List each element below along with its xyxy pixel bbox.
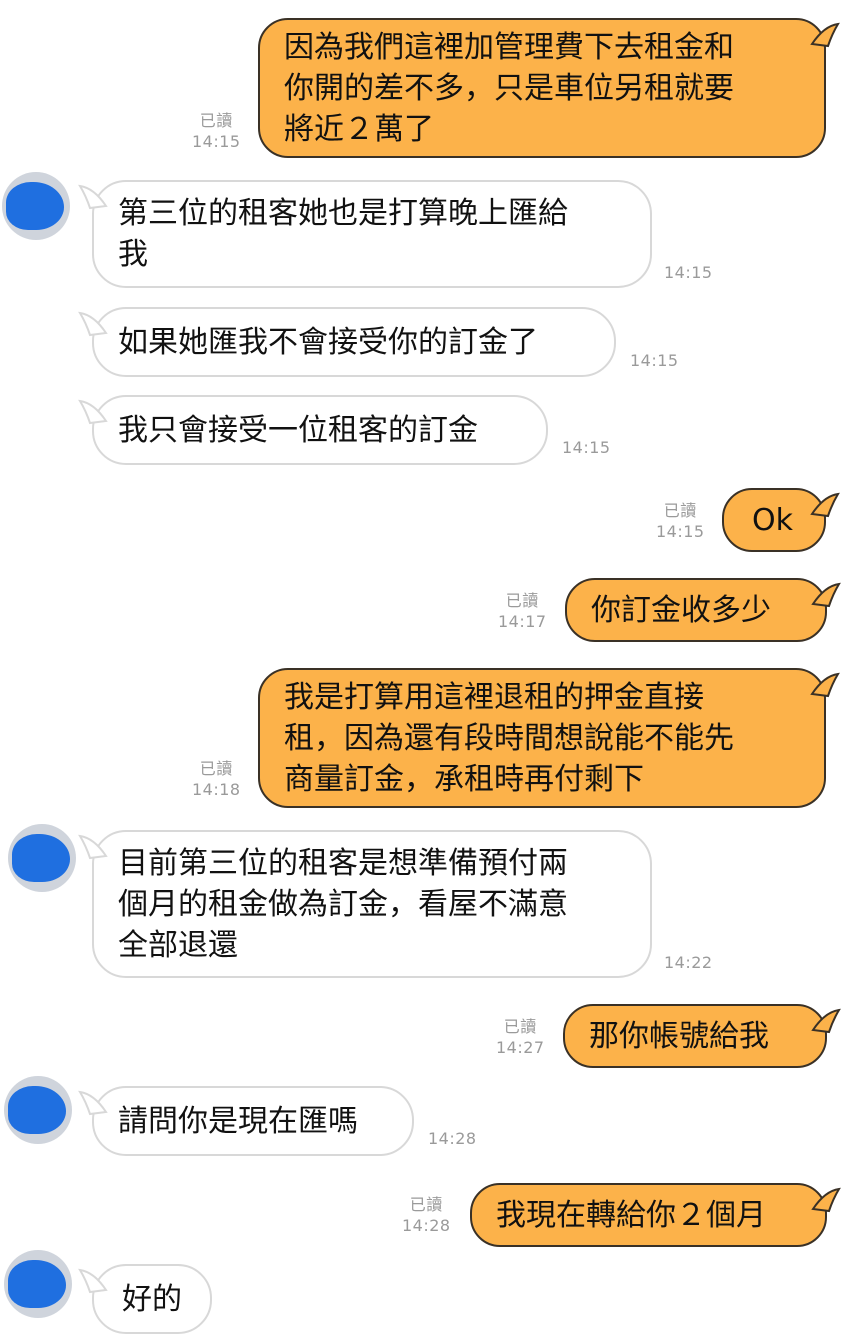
message-text-line: 你開的差不多，只是車位另租就要 (284, 70, 734, 106)
message-text-line: 我 (118, 237, 148, 272)
message-timestamp: 14:15 (562, 438, 611, 457)
message-meta: 已讀 14:15 (656, 500, 705, 542)
message-text-line: 目前第三位的租客是想準備預付兩 (118, 845, 568, 881)
sender-avatar[interactable] (4, 1076, 72, 1144)
outgoing-message-bubble[interactable]: 那你帳號給我 (563, 1004, 827, 1068)
message-text-line: 請問你是現在匯嗎 (118, 1103, 358, 1139)
message-meta: 14:22 (664, 952, 713, 973)
message-meta: 已讀 14:15 (192, 110, 241, 152)
message-text-line: 那你帳號給我 (589, 1018, 769, 1054)
message-meta: 14:15 (562, 437, 611, 458)
incoming-message-bubble[interactable]: 第三位的租客她也是打算晚上匯給我 (92, 180, 652, 288)
sender-avatar[interactable] (8, 824, 76, 892)
message-text-line: 商量訂金，承租時再付剩下 (284, 761, 644, 797)
message-timestamp: 14:28 (402, 1216, 451, 1235)
outgoing-bubble-tail (811, 1008, 841, 1034)
sender-avatar[interactable] (4, 1250, 72, 1318)
message-text-line: 我現在轉給你２個月 (496, 1197, 766, 1233)
message-text-line: 好的 (122, 1281, 182, 1317)
message-timestamp: 14:27 (496, 1038, 545, 1057)
incoming-message-bubble[interactable]: 我只會接受一位租客的訂金 (92, 395, 548, 465)
message-meta: 14:28 (428, 1128, 477, 1149)
message-text-line: 我是打算用這裡退租的押金直接 (284, 679, 704, 715)
message-text-line: 你訂金收多少 (591, 592, 771, 628)
read-receipt: 已讀 (199, 759, 233, 778)
avatar-scribble (6, 182, 64, 230)
incoming-message-bubble[interactable]: 目前第三位的租客是想準備預付兩 個月的租金做為訂金，看屋不滿意 全部退還 (92, 830, 652, 978)
message-text-line: 第三位的租客她也是打算晚上匯給 (118, 196, 568, 231)
message-text-line: 如果她匯我不會接受你的訂金了 (118, 324, 538, 360)
outgoing-message-bubble[interactable]: 你訂金收多少 (565, 578, 827, 642)
incoming-message-bubble[interactable]: 如果她匯我不會接受你的訂金了 (92, 307, 616, 377)
message-timestamp: 14:15 (192, 132, 241, 151)
message-timestamp: 14:18 (192, 780, 241, 799)
read-receipt: 已讀 (505, 591, 539, 610)
incoming-bubble-tail (78, 399, 108, 425)
message-text-line: 個月的租金做為訂金，看屋不滿意 (118, 886, 568, 922)
message-text-line: 我只會接受一位租客的訂金 (118, 412, 478, 448)
message-timestamp: 14:28 (428, 1129, 477, 1148)
message-meta: 已讀 14:18 (192, 758, 241, 800)
message-timestamp: 14:15 (664, 263, 713, 282)
message-meta: 14:15 (630, 350, 679, 371)
read-receipt: 已讀 (503, 1017, 537, 1036)
read-receipt: 已讀 (663, 501, 697, 520)
avatar-scribble (8, 1086, 66, 1134)
avatar-scribble (8, 1260, 66, 1308)
outgoing-bubble-tail (810, 672, 840, 698)
incoming-bubble-tail (78, 834, 108, 860)
message-timestamp: 14:15 (656, 522, 705, 541)
message-text-line: 租，因為還有段時間想說能不能先 (284, 720, 734, 756)
outgoing-message-bubble[interactable]: 我現在轉給你２個月 (470, 1183, 827, 1247)
read-receipt: 已讀 (409, 1195, 443, 1214)
incoming-bubble-tail (78, 1090, 108, 1116)
sender-avatar[interactable] (2, 172, 70, 240)
outgoing-bubble-tail (810, 22, 840, 48)
outgoing-message-bubble[interactable]: 因為我們這裡加管理費下去租金和 你開的差不多，只是車位另租就要 將近２萬了 (258, 18, 826, 158)
outgoing-message-bubble[interactable]: 我是打算用這裡退租的押金直接 租，因為還有段時間想說能不能先 商量訂金，承租時再付剩… (258, 668, 826, 808)
outgoing-bubble-tail (810, 492, 840, 518)
incoming-bubble-tail (78, 311, 108, 337)
outgoing-bubble-tail (811, 1187, 841, 1213)
incoming-message-bubble[interactable]: 好的 (92, 1264, 212, 1334)
message-meta: 已讀 14:28 (402, 1194, 451, 1236)
message-text-line: 因為我們這裡加管理費下去租金和 (284, 29, 734, 65)
outgoing-bubble-tail (811, 582, 841, 608)
incoming-message-bubble[interactable]: 請問你是現在匯嗎 (92, 1086, 414, 1156)
read-receipt: 已讀 (199, 111, 233, 130)
message-timestamp: 14:15 (630, 351, 679, 370)
message-meta: 14:15 (664, 262, 713, 283)
incoming-bubble-tail (78, 184, 108, 210)
message-meta: 已讀 14:27 (496, 1016, 545, 1058)
message-timestamp: 14:17 (498, 612, 547, 631)
avatar-scribble (12, 834, 70, 882)
message-text-line: 全部退還 (118, 927, 238, 963)
message-timestamp: 14:22 (664, 953, 713, 972)
incoming-bubble-tail (78, 1268, 108, 1294)
message-text-line: 將近２萬了 (284, 111, 434, 147)
message-meta: 已讀 14:17 (498, 590, 547, 632)
